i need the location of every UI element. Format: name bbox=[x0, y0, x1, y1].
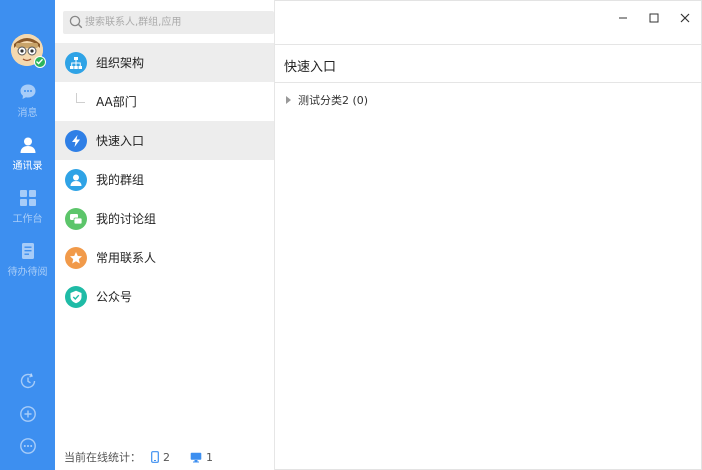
tree-item-official-accounts[interactable]: 公众号 bbox=[55, 277, 274, 316]
search-input[interactable] bbox=[85, 13, 270, 32]
search-box[interactable] bbox=[63, 11, 274, 34]
tree-item-department-label: AA部门 bbox=[96, 95, 137, 109]
add-circle-icon bbox=[19, 406, 36, 422]
tree-item-official-accounts-label: 公众号 bbox=[96, 290, 133, 304]
maximize-button[interactable] bbox=[646, 10, 662, 26]
tree-item-my-groups-label: 我的群组 bbox=[96, 173, 145, 187]
desktop-monitor-icon bbox=[190, 452, 202, 462]
desktop-online-count: 1 bbox=[206, 450, 213, 464]
contacts-person-icon bbox=[20, 137, 35, 153]
history-button[interactable] bbox=[0, 372, 55, 390]
expand-triangle-icon[interactable] bbox=[286, 96, 291, 104]
nav-messages[interactable]: 消息 bbox=[0, 83, 55, 133]
tree-item-department[interactable]: AA部门 bbox=[55, 82, 274, 121]
tree-item-quick-entry-label: 快速入口 bbox=[96, 134, 145, 148]
content-panel: 快速入口 测试分类2 (0) bbox=[275, 0, 702, 470]
discussion-icon bbox=[65, 207, 87, 230]
contacts-panel: 组织架构 AA部门 快速入口 我的群组 bbox=[55, 0, 275, 470]
page-title: 快速入口 bbox=[284, 60, 337, 75]
tree-branch-line bbox=[76, 93, 85, 103]
more-circle-icon bbox=[19, 438, 36, 454]
contacts-tree: 组织架构 AA部门 快速入口 我的群组 我的讨论组 常用联系人 公众号 bbox=[55, 43, 274, 316]
mobile-online: 2 bbox=[151, 451, 170, 464]
tree-item-org-label: 组织架构 bbox=[96, 56, 145, 70]
star-icon bbox=[65, 246, 87, 269]
group-person-icon bbox=[65, 168, 87, 191]
category-item[interactable]: 测试分类2 (0) bbox=[286, 92, 368, 108]
tree-item-quick-entry[interactable]: 快速入口 bbox=[55, 121, 274, 160]
nav-todo[interactable]: 待办待阅 bbox=[0, 242, 55, 292]
history-clock-icon bbox=[20, 373, 35, 389]
nav-rail: 消息 通讯录 工作台 待办待阅 bbox=[0, 0, 55, 470]
grid-apps-icon bbox=[19, 190, 36, 206]
org-structure-icon bbox=[65, 51, 87, 74]
minimize-icon bbox=[619, 17, 627, 19]
tree-item-org[interactable]: 组织架构 bbox=[55, 43, 274, 82]
mobile-phone-icon bbox=[151, 451, 159, 463]
todo-doc-icon bbox=[21, 243, 34, 259]
verified-badge-icon bbox=[65, 285, 87, 308]
desktop-online: 1 bbox=[190, 451, 213, 464]
maximize-icon bbox=[649, 13, 659, 23]
nav-workbench-label: 工作台 bbox=[12, 214, 43, 225]
tree-item-discussions[interactable]: 我的讨论组 bbox=[55, 199, 274, 238]
close-icon bbox=[680, 13, 690, 23]
online-stats: 当前在线统计： 2 1 bbox=[64, 449, 213, 465]
more-button[interactable] bbox=[0, 437, 55, 455]
nav-todo-label: 待办待阅 bbox=[7, 267, 48, 278]
tree-item-discussions-label: 我的讨论组 bbox=[96, 212, 157, 226]
online-check-icon bbox=[34, 56, 46, 68]
content-header: 快速入口 bbox=[275, 44, 701, 83]
tree-item-my-groups[interactable]: 我的群组 bbox=[55, 160, 274, 199]
user-avatar[interactable] bbox=[11, 34, 46, 68]
online-stats-label: 当前在线统计： bbox=[64, 451, 141, 464]
tree-item-favorites-label: 常用联系人 bbox=[96, 251, 157, 265]
nav-contacts-label: 通讯录 bbox=[12, 161, 43, 172]
nav-messages-label: 消息 bbox=[17, 108, 38, 119]
category-label: 测试分类2 (0) bbox=[298, 94, 369, 107]
mobile-online-count: 2 bbox=[163, 450, 170, 464]
search-icon bbox=[69, 15, 83, 29]
close-button[interactable] bbox=[677, 10, 693, 26]
lightning-icon bbox=[65, 129, 87, 152]
nav-contacts[interactable]: 通讯录 bbox=[0, 136, 55, 186]
nav-workbench[interactable]: 工作台 bbox=[0, 189, 55, 239]
chat-bubble-icon bbox=[20, 84, 35, 99]
minimize-button[interactable] bbox=[615, 10, 631, 26]
add-button[interactable] bbox=[0, 405, 55, 423]
tree-item-favorites[interactable]: 常用联系人 bbox=[55, 238, 274, 277]
